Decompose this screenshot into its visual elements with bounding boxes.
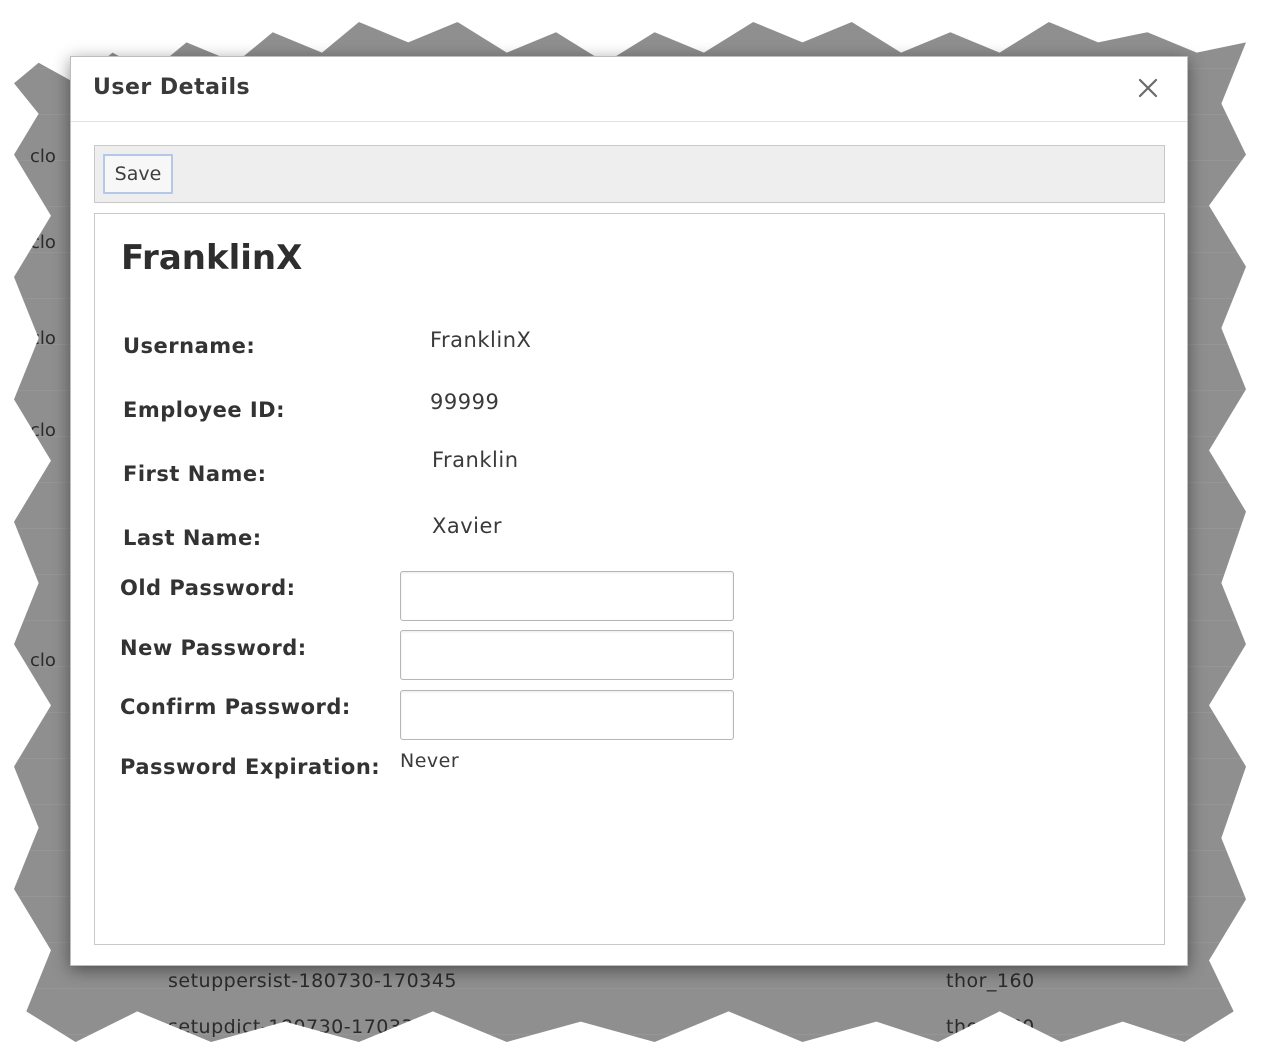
password-expiration-label: Password Expiration: — [120, 755, 381, 779]
dialog-title: User Details — [93, 75, 251, 100]
employee-id-value: 99999 — [430, 390, 500, 414]
background-row-user: thor_160 — [946, 1016, 1035, 1038]
save-button[interactable]: Save — [103, 154, 173, 194]
background-row-fragment: clo — [30, 328, 56, 349]
employee-id-label: Employee ID: — [123, 398, 286, 422]
background-row-fragment: clo — [30, 232, 56, 253]
user-details-dialog: User Details Save FranklinX Username: Fr… — [70, 56, 1188, 966]
background-row-text: setupdict-180730-170334 — [168, 1016, 427, 1038]
background-row-fragment: clo — [30, 650, 56, 671]
old-password-label: Old Password: — [120, 576, 296, 600]
screenshot-stage: clo clo clo clo clo setuppersist-180730-… — [0, 0, 1262, 1060]
background-row-fragment: clo — [30, 146, 56, 167]
last-name-value: Xavier — [432, 514, 503, 538]
last-name-label: Last Name: — [123, 526, 262, 550]
new-password-field[interactable] — [400, 630, 734, 680]
password-expiration-value: Never — [400, 750, 460, 772]
user-details-panel: FranklinX Username: FranklinX Employee I… — [94, 213, 1165, 945]
background-row-fragment: clo — [30, 420, 56, 441]
confirm-password-label: Confirm Password: — [120, 695, 351, 719]
first-name-label: First Name: — [123, 462, 267, 486]
old-password-field[interactable] — [400, 571, 734, 621]
background-row-text: setuppersist-180730-170345 — [168, 970, 458, 992]
username-label: Username: — [123, 334, 256, 358]
first-name-value: Franklin — [432, 448, 519, 472]
dialog-header: User Details — [71, 57, 1187, 122]
username-value: FranklinX — [430, 328, 532, 352]
new-password-label: New Password: — [120, 636, 307, 660]
user-heading: FranklinX — [121, 238, 303, 278]
dialog-toolbar: Save — [94, 145, 1165, 203]
close-icon[interactable] — [1135, 75, 1161, 101]
background-row-user: thor_160 — [946, 970, 1035, 992]
confirm-password-field[interactable] — [400, 690, 734, 740]
